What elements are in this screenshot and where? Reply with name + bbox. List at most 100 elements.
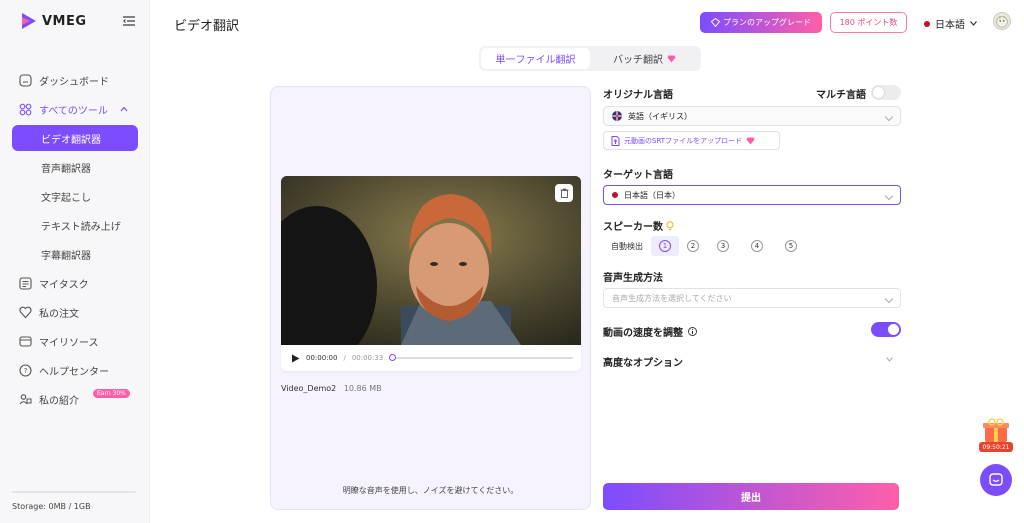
sidebar-item-label: 字幕翻訳器 bbox=[41, 251, 91, 262]
video-frame bbox=[281, 176, 581, 345]
heart-icon bbox=[19, 306, 32, 319]
sidebar-item-my-orders[interactable]: 私の注文 bbox=[12, 298, 138, 327]
advanced-options-label[interactable]: 高度なオプション bbox=[603, 354, 683, 369]
speaker-option-auto[interactable]: 自動検出 bbox=[603, 236, 651, 256]
original-language-label: オリジナル言語 bbox=[603, 90, 673, 101]
progress-bar[interactable] bbox=[389, 354, 573, 361]
sidebar-item-my-resources[interactable]: マイリソース bbox=[12, 327, 138, 356]
delete-video-button[interactable] bbox=[555, 184, 573, 202]
sidebar-item-label: ヘルプセンター bbox=[39, 367, 109, 378]
logo[interactable]: VMEG bbox=[22, 13, 87, 29]
progress-knob[interactable] bbox=[389, 354, 397, 361]
target-language-select[interactable]: 日本語（日本） bbox=[603, 185, 901, 205]
video-panel: 00:00:00 / 00:00:33 Video_Demo2 10.86 MB… bbox=[270, 86, 591, 510]
speaker-count-label: スピーカー数 bbox=[603, 222, 663, 233]
vmeg-logo-icon bbox=[22, 13, 36, 29]
diamond-icon bbox=[711, 18, 720, 27]
voice-method-placeholder: 音声生成方法を選択してください bbox=[612, 293, 732, 303]
play-icon[interactable] bbox=[291, 354, 300, 363]
upgrade-plan-button[interactable]: プランのアップグレード bbox=[700, 12, 822, 33]
points-button[interactable]: 180 ポイント数 bbox=[830, 12, 907, 33]
diamond-icon bbox=[667, 55, 676, 62]
speed-adjust-toggle[interactable] bbox=[871, 322, 901, 337]
tab-label: 単一ファイル翻訳 bbox=[495, 55, 576, 66]
speaker-number: 4 bbox=[751, 240, 763, 252]
upload-srt-button[interactable]: 元動画のSRTファイルをアップロード bbox=[603, 131, 780, 150]
toggle-knob bbox=[873, 87, 884, 98]
speaker-option-2[interactable]: 2 bbox=[679, 236, 707, 256]
speaker-number: 5 bbox=[785, 240, 797, 252]
sidebar-item-video-translator[interactable]: ビデオ翻訳器 bbox=[12, 125, 138, 151]
voice-method-select[interactable]: 音声生成方法を選択してください bbox=[603, 288, 901, 308]
toggle-knob bbox=[888, 324, 899, 335]
sidebar-item-label: 私の注文 bbox=[39, 309, 79, 320]
sidebar-item-my-tasks[interactable]: マイタスク bbox=[12, 269, 138, 298]
file-size: 10.86 MB bbox=[343, 384, 382, 393]
help-icon: ? bbox=[19, 364, 32, 377]
chevron-down-icon bbox=[884, 191, 894, 201]
multi-language-toggle[interactable] bbox=[871, 85, 901, 100]
original-language-value: 英語（イギリス） bbox=[628, 111, 692, 121]
trash-icon bbox=[560, 188, 568, 198]
sidebar-item-label: 音声翻訳器 bbox=[41, 164, 91, 175]
multi-language-label: マルチ言語 bbox=[816, 90, 866, 101]
diamond-icon bbox=[746, 137, 755, 144]
submit-button[interactable]: 提出 bbox=[603, 483, 899, 510]
folder-icon bbox=[19, 336, 32, 347]
chevron-down-icon[interactable] bbox=[886, 357, 893, 362]
time-current: 00:00:00 bbox=[306, 354, 338, 362]
tab-label: バッチ翻訳 bbox=[613, 55, 663, 66]
upload-srt-label: 元動画のSRTファイルをアップロード bbox=[624, 136, 743, 145]
speaker-option-5[interactable]: 5 bbox=[775, 236, 807, 256]
sidebar-item-transcription[interactable]: 文字起こし bbox=[12, 182, 138, 211]
info-icon[interactable] bbox=[688, 327, 697, 336]
time-total: 00:00:33 bbox=[351, 354, 384, 362]
japan-flag-icon bbox=[612, 192, 618, 198]
sidebar-item-label: マイリソース bbox=[39, 338, 99, 349]
sidebar-item-subtitle-translator[interactable]: 字幕翻訳器 bbox=[12, 240, 138, 269]
speaker-option-1[interactable]: 1 bbox=[651, 236, 679, 256]
avatar[interactable] bbox=[993, 12, 1011, 30]
collapse-sidebar-icon[interactable] bbox=[123, 16, 135, 26]
page-title: ビデオ翻訳 bbox=[174, 19, 240, 34]
sidebar-item-label: マイタスク bbox=[39, 280, 89, 291]
sidebar-item-text-to-speech[interactable]: テキスト読み上げ bbox=[12, 211, 138, 240]
video-player[interactable]: 00:00:00 / 00:00:33 bbox=[281, 176, 581, 371]
speed-adjust-label: 動画の速度を調整 bbox=[603, 328, 683, 339]
speed-adjust-heading: 動画の速度を調整 bbox=[603, 324, 697, 339]
uk-flag-icon bbox=[612, 111, 622, 121]
sidebar-item-label: ビデオ翻訳器 bbox=[41, 134, 101, 146]
sidebar-item-audio-translator[interactable]: 音声翻訳器 bbox=[12, 153, 138, 182]
sidebar-item-dashboard[interactable]: ダッシュボード bbox=[12, 66, 138, 95]
chat-support-button[interactable] bbox=[980, 464, 1012, 496]
tab-batch[interactable]: バッチ翻訳 bbox=[590, 48, 699, 69]
chevron-down-icon bbox=[970, 21, 977, 26]
sidebar-item-label: 私の紹介 bbox=[39, 396, 79, 407]
file-upload-icon bbox=[611, 135, 620, 146]
mode-tabs: 単一ファイル翻訳 バッチ翻訳 bbox=[479, 46, 701, 71]
sidebar-item-label: ダッシュボード bbox=[39, 77, 109, 88]
storage-text: Storage: 0MB / 1GB bbox=[12, 502, 91, 511]
speaker-count-options: 自動検出 1 2 3 4 5 bbox=[603, 236, 807, 256]
sidebar-item-referral[interactable]: 私の紹介 Earn 30% bbox=[12, 385, 138, 414]
sidebar-nav: ダッシュボード すべてのツール ビデオ翻訳器 音声翻訳器 文字起こし テキスト読… bbox=[12, 66, 138, 414]
speaker-number: 1 bbox=[659, 240, 671, 252]
referral-icon bbox=[19, 394, 32, 405]
tab-single-file[interactable]: 単一ファイル翻訳 bbox=[481, 48, 590, 69]
language-label: 日本語 bbox=[935, 20, 965, 31]
voice-method-label: 音声生成方法 bbox=[603, 273, 663, 284]
chevron-up-icon bbox=[120, 106, 128, 112]
app-name: VMEG bbox=[42, 13, 87, 29]
speaker-option-3[interactable]: 3 bbox=[707, 236, 739, 256]
file-info: Video_Demo2 10.86 MB bbox=[281, 384, 382, 393]
original-language-select[interactable]: 英語（イギリス） bbox=[603, 106, 901, 126]
speaker-option-4[interactable]: 4 bbox=[739, 236, 775, 256]
chevron-down-icon bbox=[884, 294, 894, 304]
player-controls: 00:00:00 / 00:00:33 bbox=[291, 351, 573, 365]
language-switcher[interactable]: 日本語 bbox=[924, 16, 977, 31]
sidebar-item-all-tools[interactable]: すべてのツール bbox=[12, 95, 138, 124]
file-name: Video_Demo2 bbox=[281, 384, 337, 393]
sidebar-item-help-center[interactable]: ? ヘルプセンター bbox=[12, 356, 138, 385]
lightbulb-icon bbox=[666, 220, 674, 230]
sidebar-item-label: すべてのツール bbox=[39, 106, 108, 117]
